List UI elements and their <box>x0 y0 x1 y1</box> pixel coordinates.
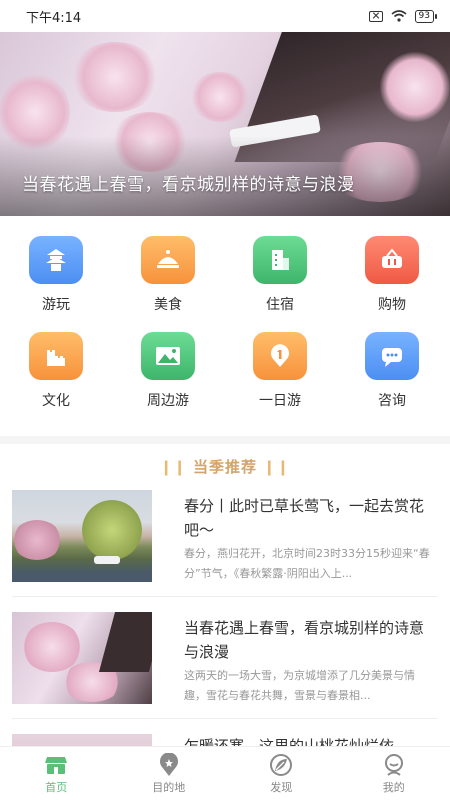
no-sim-icon <box>368 10 383 22</box>
category-shopping[interactable]: 购物 <box>336 236 448 314</box>
tab-mine[interactable]: 我的 <box>338 747 450 800</box>
user-icon <box>384 754 403 776</box>
category-label: 购物 <box>378 297 406 313</box>
bottom-tab-bar: 首页 目的地 发现 我的 <box>0 746 450 800</box>
tab-label: 我的 <box>382 781 405 794</box>
tab-label: 发现 <box>270 781 293 794</box>
category-label: 周边游 <box>147 393 189 409</box>
category-label: 美食 <box>154 297 182 313</box>
basket-icon <box>382 248 402 268</box>
category-one-day-tour[interactable]: 一日游 <box>224 332 336 410</box>
news-description: 这两天的一场大雪，为京城增添了几分美景与情趣，雪花与春花共舞，雪景与春景相... <box>184 669 415 702</box>
section-title: ❙❙ 当季推荐 ❙❙ <box>159 458 291 476</box>
category-culture[interactable]: 文化 <box>0 332 112 410</box>
tab-discover[interactable]: 发现 <box>225 747 338 800</box>
home-shop-icon <box>45 757 68 774</box>
news-thumbnail <box>12 612 152 704</box>
news-title: 春分丨此时已草长莺飞，一起去赏花吧～ <box>184 497 425 539</box>
category-label: 一日游 <box>259 393 301 409</box>
tab-home[interactable]: 首页 <box>0 747 113 800</box>
title-decoration-icon: ❙❙ <box>263 458 291 476</box>
category-nearby[interactable]: 周边游 <box>112 332 224 410</box>
category-label: 住宿 <box>266 297 294 313</box>
food-dome-icon <box>157 250 179 268</box>
discover-leaf-icon <box>270 754 293 776</box>
category-food[interactable]: 美食 <box>112 236 224 314</box>
status-time: 下午4:14 <box>26 10 82 26</box>
category-stay[interactable]: 住宿 <box>224 236 336 314</box>
location-pin-icon <box>159 753 178 776</box>
tab-destination[interactable]: 目的地 <box>113 747 226 800</box>
category-play[interactable]: 游玩 <box>0 236 112 314</box>
building-icon <box>272 250 289 270</box>
wifi-icon <box>391 10 407 22</box>
category-label: 游玩 <box>42 297 70 313</box>
category-label: 文化 <box>42 393 70 409</box>
news-title: 当春花遇上春雪，看京城别样的诗意与浪漫 <box>184 619 425 661</box>
hero-banner[interactable]: 当春花遇上春雪，看京城别样的诗意与浪漫 <box>0 32 450 216</box>
status-bar: 下午4:14 93 <box>0 0 450 32</box>
tab-label: 目的地 <box>152 781 186 794</box>
news-description: 春分，燕归花开，北京时间23时33分15秒迎来“春分”节气，《春秋繁露·阴阳出入… <box>184 547 430 580</box>
battery-indicator: 93 <box>414 9 438 23</box>
one-day-icon <box>271 344 289 367</box>
tab-label: 首页 <box>45 781 68 794</box>
title-decoration-icon: ❙❙ <box>159 458 187 476</box>
news-item[interactable]: 当春花遇上春雪，看京城别样的诗意与浪漫 这两天的一场大雪，为京城增添了几分美景与… <box>12 612 438 722</box>
divider <box>12 596 438 597</box>
great-wall-icon <box>47 350 65 366</box>
category-consult[interactable]: 咨询 <box>336 332 448 410</box>
banner-title: 当春花遇上春雪，看京城别样的诗意与浪漫 <box>22 175 355 195</box>
news-thumbnail <box>12 490 152 582</box>
category-label: 咨询 <box>378 393 406 409</box>
divider <box>12 718 438 719</box>
category-grid: 游玩 美食 住宿 购物 文化 周边游 一日游 咨询 <box>0 216 450 436</box>
news-item[interactable]: 春分丨此时已草长莺飞，一起去赏花吧～ 春分，燕归花开，北京时间23时33分15秒… <box>12 490 438 600</box>
chat-icon <box>382 348 402 367</box>
pagoda-icon <box>46 249 66 271</box>
section-separator <box>0 436 450 444</box>
mountain-icon <box>156 347 180 365</box>
